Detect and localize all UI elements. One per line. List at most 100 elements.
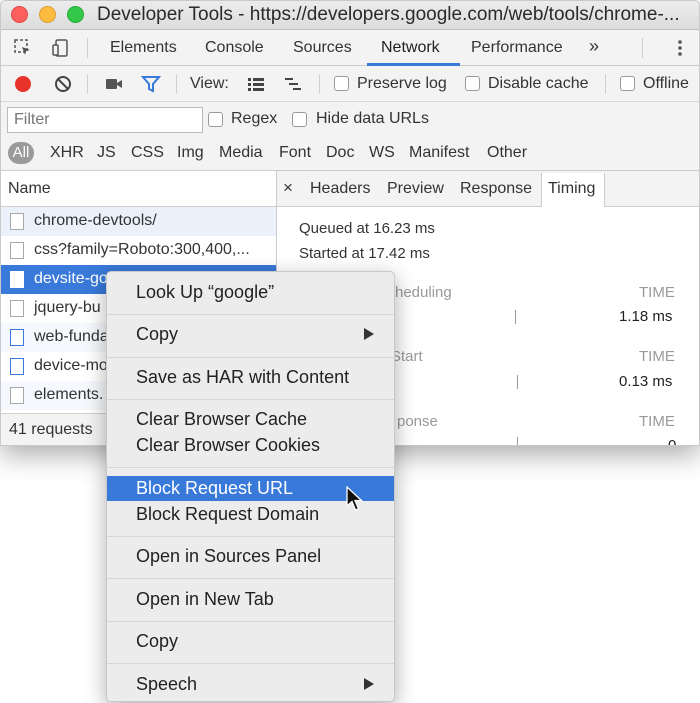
gear-file-icon	[10, 329, 24, 346]
tab-performance[interactable]: Performance	[471, 39, 563, 57]
request-name: css?family=Roboto:300,400,...	[34, 241, 250, 258]
time-column-label: TIME	[639, 284, 675, 301]
close-detail-button[interactable]: ×	[283, 178, 293, 198]
menu-item-clear-cookies[interactable]: Clear Browser Cookies	[136, 435, 320, 456]
request-count: 41 requests	[9, 421, 93, 438]
regex-label: Regex	[231, 110, 278, 127]
hide-data-urls-label: Hide data URLs	[316, 110, 429, 127]
large-rows-icon[interactable]	[246, 74, 266, 94]
record-icon[interactable]	[13, 74, 33, 94]
waterfall-icon[interactable]	[283, 74, 303, 94]
close-window-button[interactable]	[11, 6, 28, 23]
type-filter-doc[interactable]: Doc	[326, 144, 354, 162]
name-column-header[interactable]: Name	[1, 171, 276, 207]
tab-network[interactable]: Network	[381, 39, 440, 57]
menu-separator	[107, 314, 394, 315]
title-bar: Developer Tools - https://developers.goo…	[1, 1, 699, 30]
timing-bar-tick	[517, 375, 518, 389]
hide-data-urls-checkbox[interactable]	[292, 112, 307, 127]
type-filter-media[interactable]: Media	[219, 144, 263, 162]
minimize-window-button[interactable]	[39, 6, 56, 23]
type-filter-all[interactable]: All	[8, 142, 34, 164]
time-column-label: TIME	[639, 413, 675, 430]
tab-elements[interactable]: Elements	[110, 39, 177, 57]
maximize-window-button[interactable]	[67, 6, 84, 23]
timing-value: 0	[668, 437, 677, 446]
preserve-log-checkbox[interactable]	[334, 76, 349, 91]
request-name: device-mo	[34, 357, 108, 374]
type-filter-xhr[interactable]: XHR	[50, 144, 84, 162]
timing-section-label: ponse	[397, 413, 438, 430]
device-toolbar-icon[interactable]	[51, 38, 71, 58]
filter-icon[interactable]	[141, 74, 161, 94]
disable-cache-checkbox[interactable]	[465, 76, 480, 91]
tab-sources[interactable]: Sources	[293, 39, 352, 57]
tab-headers[interactable]: Headers	[310, 180, 370, 198]
panel-tab-bar: Elements Console Sources Network Perform…	[1, 30, 699, 66]
tab-preview[interactable]: Preview	[387, 180, 444, 198]
type-filter-ws[interactable]: WS	[369, 144, 395, 162]
script-icon	[10, 271, 24, 288]
menu-separator	[107, 621, 394, 622]
camera-icon[interactable]	[104, 74, 124, 94]
mouse-pointer-icon	[346, 486, 364, 511]
menu-item-speech[interactable]: Speech	[136, 674, 197, 695]
toolbar-divider	[319, 74, 320, 94]
menu-item-open-in-new-tab[interactable]: Open in New Tab	[136, 589, 274, 610]
toolbar-divider	[87, 38, 88, 58]
submenu-arrow-icon	[364, 328, 374, 340]
network-toolbar: View: Preserve log Disable cache Offline	[1, 66, 699, 102]
offline-checkbox[interactable]	[620, 76, 635, 91]
menu-separator	[107, 536, 394, 537]
type-filter-other[interactable]: Other	[487, 144, 527, 162]
request-row[interactable]: chrome-devtools/	[1, 207, 276, 236]
menu-item-copy-submenu[interactable]: Copy	[136, 324, 178, 345]
menu-separator	[107, 357, 394, 358]
menu-item-save-har[interactable]: Save as HAR with Content	[136, 367, 349, 388]
resource-type-filter: All XHR JS CSS Img Media Font Doc WS Man…	[1, 137, 699, 171]
menu-item-clear-cache[interactable]: Clear Browser Cache	[136, 409, 307, 430]
disable-cache-label: Disable cache	[488, 75, 589, 92]
timing-value: 0.13 ms	[619, 373, 673, 390]
kebab-menu-icon[interactable]	[670, 38, 690, 58]
timing-section-label: heduling	[395, 284, 452, 301]
type-filter-js[interactable]: JS	[97, 144, 116, 162]
type-filter-css[interactable]: CSS	[131, 144, 164, 162]
timing-value: 1.18 ms	[619, 308, 673, 325]
clear-icon[interactable]	[53, 74, 73, 94]
preserve-log-label: Preserve log	[357, 75, 447, 92]
view-label: View:	[190, 75, 229, 92]
document-icon	[10, 387, 24, 404]
tab-response[interactable]: Response	[460, 180, 532, 198]
started-at-text: Started at 17.42 ms	[299, 245, 430, 262]
filter-row: Regex Hide data URLs	[1, 102, 699, 137]
menu-item-block-request-domain[interactable]: Block Request Domain	[136, 504, 319, 525]
menu-item-look-up[interactable]: Look Up “google”	[136, 282, 274, 303]
menu-item-copy[interactable]: Copy	[136, 631, 178, 652]
image-file-icon	[10, 358, 24, 375]
document-icon	[10, 213, 24, 230]
timing-section-label: Start	[391, 348, 423, 365]
inspect-element-icon[interactable]	[13, 38, 33, 58]
menu-item-open-in-sources[interactable]: Open in Sources Panel	[136, 546, 321, 567]
screenshot-page: Developer Tools - https://developers.goo…	[0, 0, 700, 703]
menu-separator	[107, 399, 394, 400]
menu-separator	[107, 578, 394, 579]
tab-console[interactable]: Console	[205, 39, 264, 57]
offline-label: Offline	[643, 75, 689, 92]
request-row[interactable]: css?family=Roboto:300,400,...	[1, 236, 276, 265]
toolbar-divider	[176, 74, 177, 94]
toolbar-divider	[642, 38, 643, 58]
more-tabs-button[interactable]: »	[589, 36, 599, 57]
type-filter-manifest[interactable]: Manifest	[409, 144, 469, 162]
tab-timing[interactable]: Timing	[548, 180, 595, 198]
filter-input[interactable]	[7, 107, 203, 133]
name-column-label: Name	[8, 180, 51, 197]
type-filter-img[interactable]: Img	[177, 144, 204, 162]
menu-separator	[107, 467, 394, 468]
regex-checkbox[interactable]	[208, 112, 223, 127]
type-filter-font[interactable]: Font	[279, 144, 311, 162]
stylesheet-icon	[10, 242, 24, 259]
menu-item-block-request-url[interactable]: Block Request URL	[136, 478, 293, 499]
timing-bar-tick	[515, 310, 516, 324]
